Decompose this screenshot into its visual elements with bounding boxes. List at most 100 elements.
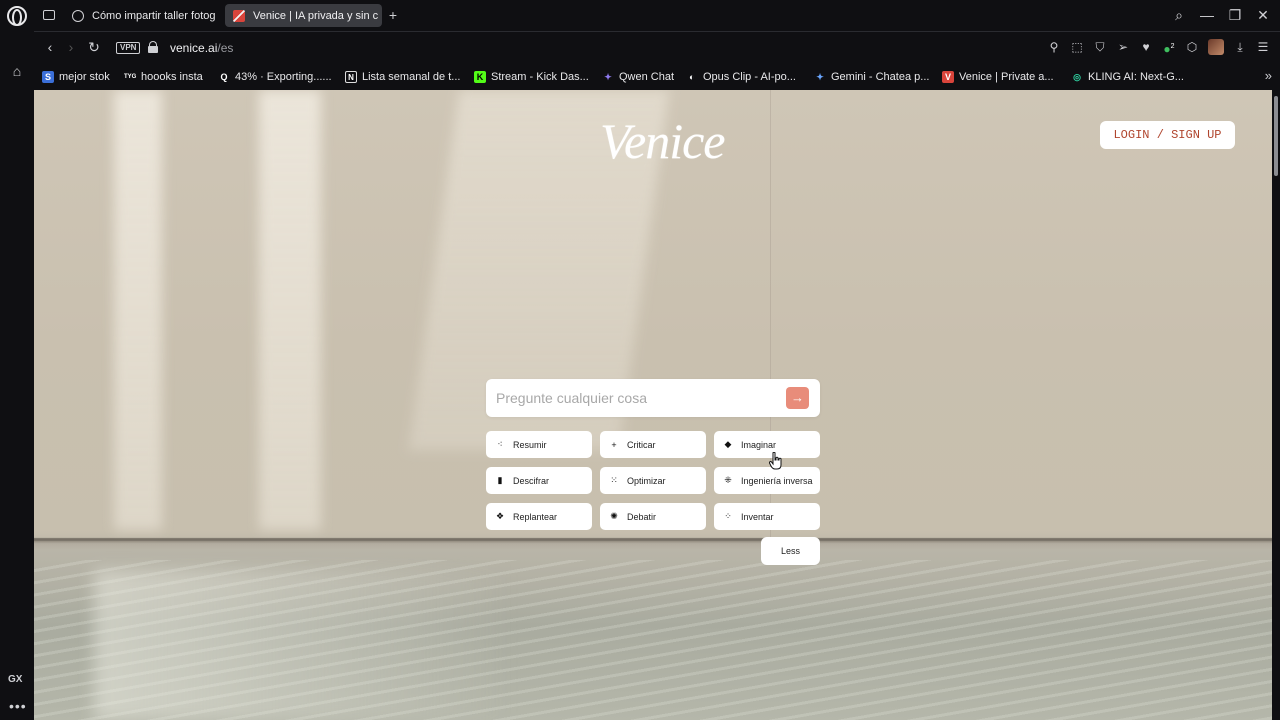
bookmark-label: hoooks insta	[141, 70, 203, 83]
send-button[interactable]: →	[786, 387, 809, 409]
bookmark-label: Qwen Chat	[619, 70, 675, 83]
bookmark-label: mejor stok	[59, 70, 110, 83]
chip-debatir[interactable]: ✺ Debatir	[600, 503, 706, 530]
page-viewport: Venice LOGIN / SIGN UP → ⁖ Resumir + Criti…	[34, 90, 1272, 720]
chip-ingenieria-inversa[interactable]: ⁜ Ingeniería inversa	[714, 467, 820, 494]
chip-icon: ⁖	[497, 439, 503, 449]
venice-logo: Venice	[600, 113, 725, 169]
chip-icon: ⁙	[610, 475, 618, 485]
extensions-area: ⚲ ⬚ ⛉ ➢ ♥ ●2 ⬡ ⤓ ☰	[1047, 39, 1270, 56]
tab-media-icon[interactable]	[43, 10, 55, 20]
gx-label[interactable]: GX	[8, 674, 22, 685]
close-icon[interactable]: ✕	[1256, 6, 1270, 24]
address-field[interactable]: venice.ai/es	[170, 41, 233, 55]
chip-label: Criticar	[627, 439, 656, 450]
chip-icon: ▮	[497, 475, 503, 485]
pin-icon[interactable]: ⚲	[1047, 39, 1061, 55]
bookmark-item[interactable]: N Lista semanal de t...	[345, 69, 460, 84]
chip-imaginar[interactable]: ◆ Imaginar	[714, 431, 820, 458]
chip-label: Imaginar	[741, 439, 777, 450]
chip-optimizar[interactable]: ⁙ Optimizar	[600, 467, 706, 494]
chip-icon: ⁘	[724, 511, 732, 521]
bookmark-favicon-icon: ◎	[1073, 71, 1081, 82]
bookmark-favicon-icon: ✦	[604, 71, 612, 82]
chip-resumir[interactable]: ⁖ Resumir	[486, 431, 592, 458]
chip-icon: ⁜	[724, 475, 732, 485]
shield-icon[interactable]: ⛉	[1093, 39, 1107, 55]
bookmark-item[interactable]: K Stream - Kick Das...	[474, 69, 589, 84]
bookmark-label: Lista semanal de t...	[362, 70, 461, 83]
water-highlight	[94, 570, 514, 720]
aria-icon[interactable]: ⌂	[9, 64, 25, 78]
new-tab-button[interactable]: +	[385, 7, 401, 23]
bookmarks-more-icon[interactable]: »	[1265, 68, 1272, 83]
bookmark-item[interactable]: V Venice | Private a...	[942, 69, 1054, 84]
opera-logo-icon[interactable]	[7, 6, 27, 26]
chip-inventar[interactable]: ⁘ Inventar	[714, 503, 820, 530]
bookmark-item[interactable]: ◎ KLING AI: Next-G...	[1071, 69, 1184, 84]
extension-badge-icon[interactable]: ●2	[1162, 39, 1176, 56]
lock-icon[interactable]	[148, 41, 158, 53]
hand-cursor-icon	[769, 452, 782, 470]
search-tabs-icon[interactable]: ⌕	[1172, 6, 1186, 24]
extensions-icon[interactable]: ⬡	[1185, 39, 1199, 55]
bookmarks-bar: Smejor stok TYG hoooks insta Q 43% · Expor…	[34, 63, 1280, 90]
bookmark-item[interactable]: TYG hoooks insta	[124, 69, 203, 84]
bookmark-item[interactable]: Q 43% · Exporting......	[218, 69, 332, 84]
background-light	[259, 90, 321, 530]
bookmark-item[interactable]: ◐ Opus Clip - AI-po...	[686, 69, 796, 84]
bookmark-item[interactable]: Smejor stok	[42, 69, 110, 84]
heart-icon[interactable]: ♥	[1139, 39, 1153, 55]
back-icon[interactable]: ‹	[42, 39, 58, 55]
bookmark-favicon-icon: V	[942, 70, 954, 83]
less-button[interactable]: Less	[761, 537, 820, 565]
venice-favicon-icon	[233, 9, 245, 22]
chip-label: Inventar	[741, 511, 774, 522]
chip-replantear[interactable]: ❖ Replantear	[486, 503, 592, 530]
scrollbar[interactable]	[1272, 90, 1280, 720]
tab-label: Cómo impartir taller fotog	[92, 9, 216, 22]
bookmark-item[interactable]: ✦ Qwen Chat	[602, 69, 674, 84]
bookmark-label: 43% · Exporting......	[235, 70, 332, 83]
bookmark-label: Opus Clip - AI-po...	[703, 70, 796, 83]
chip-label: Replantear	[513, 511, 558, 522]
forward-icon[interactable]: ›	[63, 39, 79, 55]
tab-venice[interactable]: Venice | IA privada y sin c	[225, 4, 382, 27]
scroll-thumb[interactable]	[1274, 96, 1278, 176]
url-host: venice.ai	[170, 41, 218, 55]
address-bar-row: ‹ › ↻ VPN venice.ai/es ⚲ ⬚ ⛉ ➢ ♥ ●2 ⬡ ⤓ …	[34, 31, 1280, 63]
bookmark-favicon-icon: K	[474, 70, 486, 83]
pool-edge	[34, 538, 1272, 541]
login-signup-button[interactable]: LOGIN / SIGN UP	[1100, 121, 1235, 149]
chip-label: Debatir	[627, 511, 657, 522]
bookmark-favicon-icon: ✦	[816, 71, 824, 82]
bookmark-favicon-icon: Q	[220, 71, 228, 82]
chip-icon: ❖	[495, 511, 505, 521]
snapshot-icon[interactable]: ⬚	[1070, 39, 1084, 55]
window-controls: ⌕ — ❐ ✕	[1172, 6, 1270, 24]
bookmark-favicon-icon: ◐	[689, 71, 695, 82]
bookmark-label: Venice | Private a...	[959, 70, 1054, 83]
profile-avatar[interactable]	[1208, 39, 1224, 55]
prompt-box: →	[486, 379, 820, 417]
restore-icon[interactable]: ❐	[1228, 6, 1242, 24]
vpn-badge[interactable]: VPN	[116, 42, 141, 54]
chip-icon: ◆	[724, 439, 732, 449]
tab-label: Venice | IA privada y sin c	[253, 9, 379, 22]
tab-strip: Cómo impartir taller fotog Venice | IA p…	[34, 0, 1280, 31]
gx-sidebar: ⌂ GX •••	[0, 0, 34, 720]
reload-icon[interactable]: ↻	[86, 39, 102, 55]
tab-taller[interactable]: Cómo impartir taller fotog	[64, 4, 219, 27]
minimize-icon[interactable]: —	[1200, 6, 1214, 24]
prompt-input[interactable]	[496, 387, 776, 409]
menu-icon[interactable]: ☰	[1256, 39, 1270, 55]
bookmark-item[interactable]: ✦ Gemini - Chatea p...	[814, 69, 929, 84]
chip-criticar[interactable]: + Criticar	[600, 431, 706, 458]
bookmark-label: KLING AI: Next-G...	[1088, 70, 1184, 83]
sidebar-more-icon[interactable]: •••	[9, 698, 27, 714]
bookmark-favicon-icon: N	[345, 70, 357, 83]
chip-label: Ingeniería inversa	[741, 475, 813, 486]
send-icon[interactable]: ➢	[1116, 39, 1130, 55]
download-icon[interactable]: ⤓	[1233, 39, 1247, 55]
chip-descifrar[interactable]: ▮ Descifrar	[486, 467, 592, 494]
